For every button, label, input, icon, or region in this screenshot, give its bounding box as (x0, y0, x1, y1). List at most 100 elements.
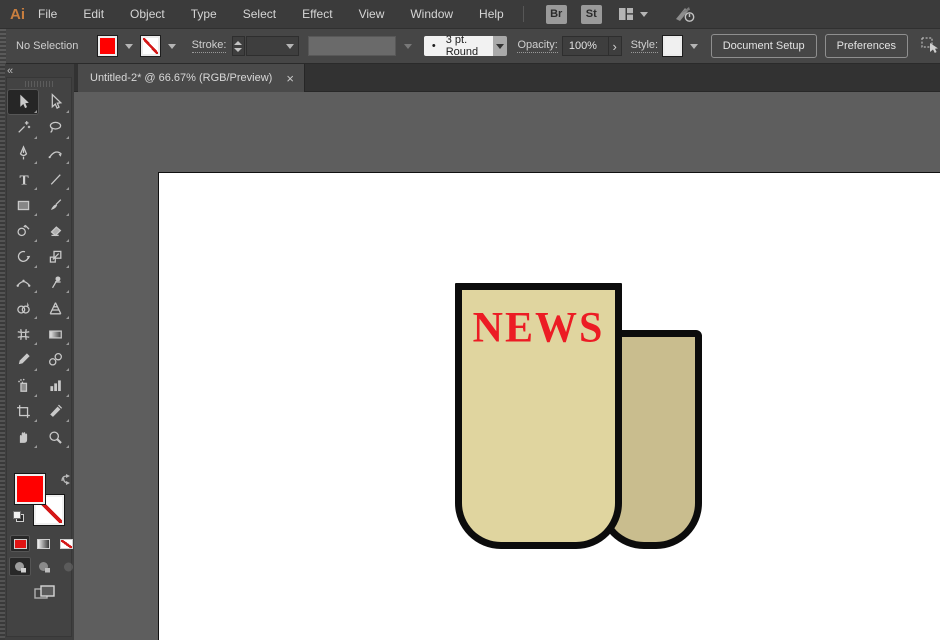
style-panel-link[interactable]: Style: (630, 39, 659, 53)
tool-blend[interactable] (39, 347, 71, 373)
gpu-performance-indicator[interactable] (672, 4, 698, 24)
tool-type[interactable]: T (7, 166, 39, 192)
magic-wand-tool-icon (17, 121, 30, 133)
tool-line-segment[interactable] (39, 166, 71, 192)
brush-dot-icon: • (431, 40, 436, 52)
tool-mesh[interactable] (7, 321, 39, 347)
color-chip-icon (13, 538, 27, 549)
menu-type[interactable]: Type (178, 0, 230, 29)
color-button[interactable] (10, 535, 30, 552)
rotate-tool-icon (17, 251, 30, 263)
default-colors-icon (13, 511, 24, 522)
tool-direct-selection[interactable] (39, 89, 71, 115)
collapse-panel-button[interactable]: « (7, 65, 13, 77)
tool-gradient[interactable] (39, 321, 71, 347)
tool-shape-builder[interactable] (7, 295, 39, 321)
style-swatch[interactable] (662, 35, 683, 57)
gpu-performance-icon (675, 7, 695, 22)
gradient-button[interactable] (33, 535, 53, 552)
menu-view[interactable]: View (346, 0, 398, 29)
pen-tool-icon (19, 145, 27, 160)
draw-normal-button[interactable] (9, 557, 31, 576)
scale-tool-icon (49, 250, 61, 263)
menu-help[interactable]: Help (466, 0, 517, 29)
selection-tool-icon (19, 94, 29, 109)
fill-color-proxy[interactable] (14, 473, 46, 505)
panel-drag-grip[interactable] (25, 81, 53, 87)
opacity-panel-link[interactable]: Opacity: (517, 39, 558, 53)
menu-edit[interactable]: Edit (70, 0, 117, 29)
tool-width[interactable] (7, 270, 39, 296)
tool-perspective-grid[interactable] (39, 295, 71, 321)
newspaper-front-sheet[interactable]: NEWS (455, 283, 622, 549)
tool-hand[interactable] (7, 424, 39, 450)
brush-dropdown-button[interactable] (492, 36, 508, 56)
stroke-weight-dropdown[interactable] (245, 36, 299, 56)
tab-close-button[interactable]: × (286, 72, 294, 85)
select-similar-button[interactable] (920, 36, 940, 57)
tool-selection[interactable] (7, 89, 39, 115)
canvas-pasteboard[interactable]: NEWS (74, 92, 940, 640)
fill-color-swatch[interactable] (97, 35, 118, 57)
menu-effect[interactable]: Effect (289, 0, 345, 29)
tool-symbol-sprayer[interactable] (7, 373, 39, 399)
control-bar: No Selection Stroke: • 3 pt. Round Opaci… (0, 28, 940, 64)
none-button[interactable] (56, 535, 76, 552)
stroke-weight-stepper[interactable] (232, 36, 245, 56)
tool-pen[interactable] (7, 141, 39, 167)
menu-bar: Ai File Edit Object Type Select Effect V… (0, 0, 940, 29)
zoom-tool-icon (48, 431, 62, 444)
brush-definition-field[interactable]: • 3 pt. Round (423, 34, 493, 58)
workspace-switcher[interactable] (618, 7, 648, 21)
tool-column-graph[interactable] (39, 373, 71, 399)
stock-button[interactable]: St (580, 4, 602, 24)
swap-fill-stroke-button[interactable] (59, 473, 73, 491)
chevron-down-icon (286, 43, 294, 49)
menu-object[interactable]: Object (117, 0, 178, 29)
tool-magic-wand[interactable] (7, 115, 39, 141)
tool-scale[interactable] (39, 244, 71, 270)
stroke-color-swatch[interactable] (140, 35, 161, 57)
document-tab-bar: Untitled-2* @ 66.67% (RGB/Preview) × (74, 64, 940, 92)
tool-artboard[interactable] (7, 399, 39, 425)
newspaper-headline[interactable]: NEWS (462, 303, 615, 353)
tool-shaper[interactable] (7, 218, 39, 244)
preferences-button[interactable]: Preferences (824, 34, 908, 58)
tool-paintbrush[interactable] (39, 192, 71, 218)
tool-lasso[interactable] (39, 115, 71, 141)
chevron-down-icon (403, 43, 412, 49)
draw-behind-button[interactable] (33, 557, 55, 576)
dock-edge-grip[interactable] (0, 64, 5, 640)
chevron-down-icon (639, 11, 648, 17)
tool-curvature[interactable] (39, 141, 71, 167)
change-screen-mode-button[interactable] (33, 583, 57, 608)
tool-eyedropper[interactable] (7, 347, 39, 373)
tool-slice[interactable] (39, 399, 71, 425)
opacity-input[interactable]: 100% (561, 36, 609, 56)
type-tool-icon: T (19, 172, 28, 187)
menu-file[interactable]: File (25, 0, 70, 29)
menu-select[interactable]: Select (230, 0, 289, 29)
stroke-panel-link[interactable]: Stroke: (191, 39, 227, 53)
app-logo: Ai (10, 5, 25, 23)
profile-dropdown-button (398, 36, 412, 56)
bridge-button[interactable]: Br (545, 4, 567, 24)
document-setup-button[interactable]: Document Setup (710, 34, 817, 58)
default-fill-stroke-button[interactable] (12, 510, 26, 529)
tool-rectangle[interactable] (7, 192, 39, 218)
tool-rotate[interactable] (7, 244, 39, 270)
menu-window[interactable]: Window (397, 0, 466, 29)
shape-builder-tool-icon (16, 301, 30, 314)
chevron-down-icon (689, 43, 698, 49)
document-tab[interactable]: Untitled-2* @ 66.67% (RGB/Preview) × (78, 64, 305, 92)
style-dropdown-button[interactable] (684, 36, 698, 56)
opacity-dropdown-button[interactable]: › (608, 36, 622, 56)
stroke-dropdown-button[interactable] (162, 36, 176, 56)
tool-eraser[interactable] (39, 218, 71, 244)
fill-dropdown-button[interactable] (119, 36, 133, 56)
tool-zoom[interactable] (39, 424, 71, 450)
tool-puppet-warp[interactable] (39, 270, 71, 296)
eyedropper-tool-icon (18, 353, 30, 365)
control-bar-grip[interactable] (0, 28, 6, 64)
width-tool-icon (16, 279, 30, 287)
